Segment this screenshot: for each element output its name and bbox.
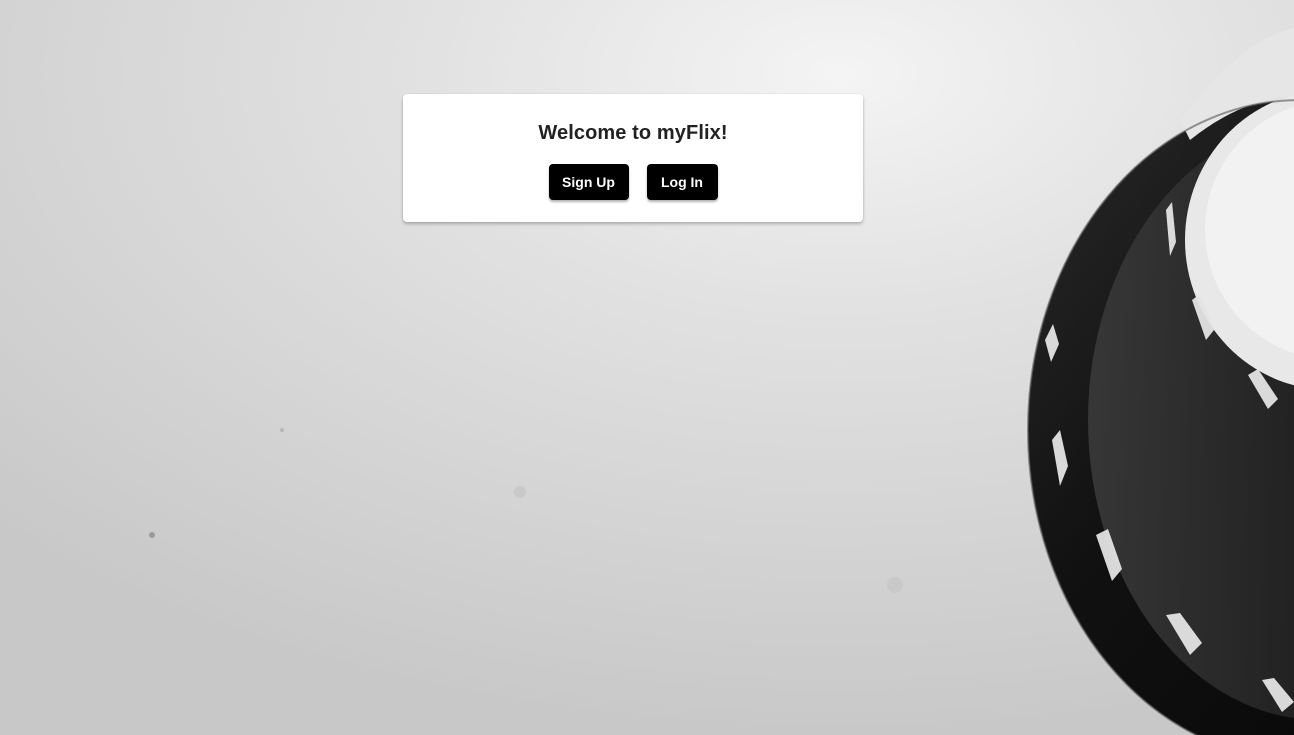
welcome-card: Welcome to myFlix! Sign Up Log In <box>403 94 863 222</box>
auth-buttons: Sign Up Log In <box>403 164 863 200</box>
sign-up-button[interactable]: Sign Up <box>548 164 629 200</box>
log-in-button[interactable]: Log In <box>646 164 718 200</box>
welcome-title: Welcome to myFlix! <box>538 122 728 144</box>
